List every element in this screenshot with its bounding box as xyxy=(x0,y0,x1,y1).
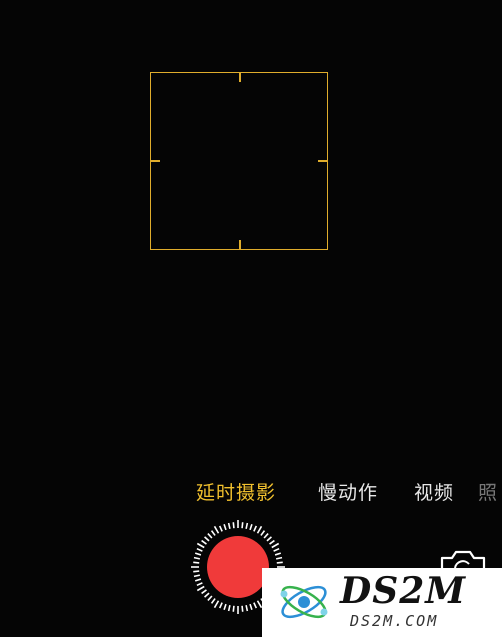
shutter-tick xyxy=(253,602,258,609)
shutter-tick xyxy=(260,530,266,536)
shutter-tick xyxy=(196,547,203,552)
shutter-tick xyxy=(193,574,201,578)
shutter-tick xyxy=(241,522,244,529)
shutter-tick xyxy=(196,585,205,592)
shutter-tick xyxy=(196,582,203,587)
shutter-tick xyxy=(245,604,249,612)
focus-box xyxy=(150,72,328,250)
shutter-tick xyxy=(201,589,207,595)
shutter-tick xyxy=(193,556,201,560)
shutter-tick xyxy=(210,530,216,536)
mode-photo[interactable]: 照 xyxy=(478,478,502,505)
shutter-tick xyxy=(269,539,275,545)
shutter-tick xyxy=(194,578,202,582)
focus-tick-bottom xyxy=(239,240,241,249)
shutter-tick xyxy=(266,536,272,542)
shutter-tick xyxy=(213,600,220,609)
shutter-tick xyxy=(213,525,220,534)
shutter-tick xyxy=(256,600,263,609)
shutter-tick xyxy=(274,552,282,556)
shutter-tick xyxy=(223,603,227,611)
focus-tick-left xyxy=(151,160,160,162)
watermark-logo-icon xyxy=(280,585,328,619)
shutter-tick xyxy=(263,533,269,539)
shutter-tick xyxy=(201,539,207,545)
shutter-tick xyxy=(218,602,223,609)
watermark-brand: DS2M xyxy=(340,570,467,612)
watermark-domain: DS2M.COM xyxy=(350,612,439,630)
shutter-tick xyxy=(193,570,200,573)
camera-mode-selector: 延时摄影 慢动作 视频 照 xyxy=(0,476,502,506)
shutter-tick xyxy=(249,523,253,531)
shutter-tick xyxy=(245,522,249,530)
shutter-tick xyxy=(207,533,213,539)
shutter-tick xyxy=(275,556,283,560)
shutter-tick xyxy=(196,542,205,549)
focus-tick-top xyxy=(239,73,241,82)
shutter-tick xyxy=(204,592,210,598)
shutter-tick xyxy=(253,525,258,532)
shutter-tick xyxy=(273,547,280,552)
shutter-tick xyxy=(256,525,263,534)
shutter-tick xyxy=(227,522,231,530)
mode-timelapse[interactable]: 延时摄影 xyxy=(196,478,276,505)
shutter-tick xyxy=(227,604,231,612)
shutter-tick xyxy=(249,603,253,611)
shutter-tick xyxy=(204,536,210,542)
shutter-tick xyxy=(241,605,244,612)
shutter-tick xyxy=(223,523,227,531)
shutter-tick xyxy=(276,561,283,564)
shutter-tick xyxy=(232,605,235,612)
shutter-tick xyxy=(194,552,202,556)
shutter-tick xyxy=(218,525,223,532)
mode-video[interactable]: 视频 xyxy=(414,478,454,505)
watermark: DS2M DS2M.COM xyxy=(262,568,502,637)
shutter-tick xyxy=(210,598,216,604)
shutter-tick xyxy=(193,561,200,564)
shutter-tick xyxy=(271,542,280,549)
focus-tick-right xyxy=(318,160,327,162)
shutter-tick xyxy=(232,522,235,529)
shutter-tick xyxy=(207,595,213,601)
mode-slow-motion[interactable]: 慢动作 xyxy=(318,478,378,505)
